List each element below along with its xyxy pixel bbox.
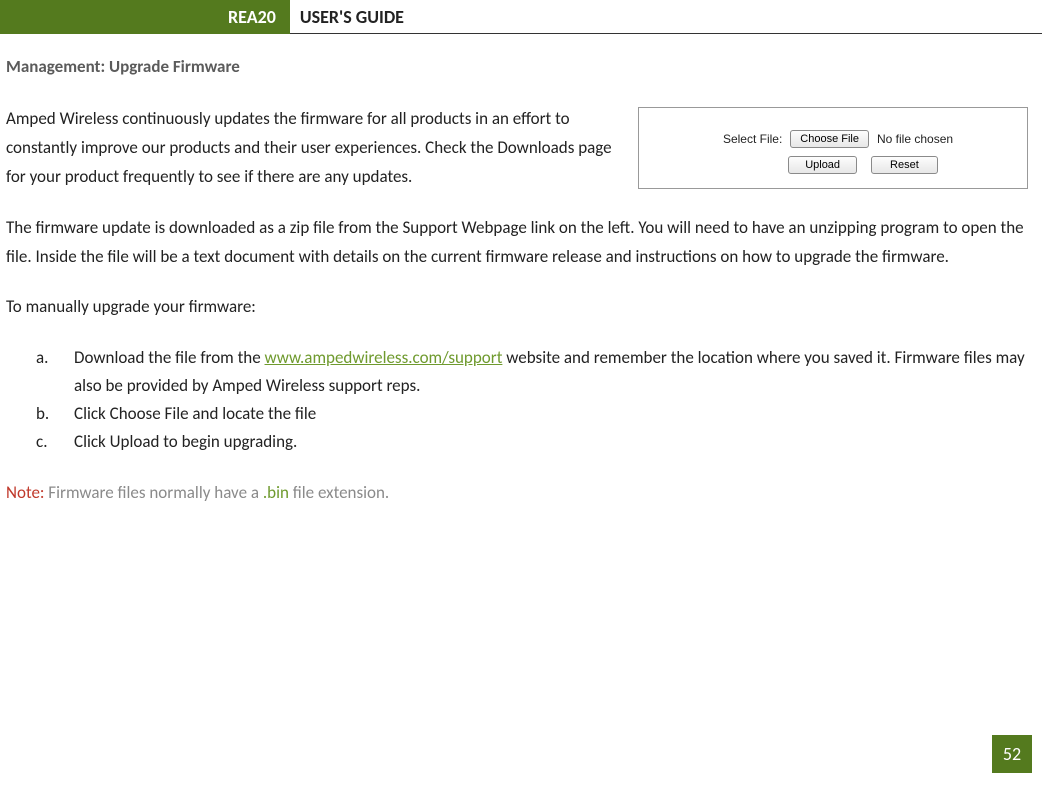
list-item: a. Download the file from the www.ampedw… [6, 344, 1028, 400]
header-left-block [0, 0, 214, 34]
product-badge: REA20 [214, 0, 290, 34]
list-marker: c. [36, 428, 47, 456]
list-item: b. Click Choose File and locate the file [6, 400, 1028, 428]
note-ext: .bin [263, 482, 289, 503]
file-status-text: No file chosen [877, 132, 953, 146]
doc-title: USER'S GUIDE [290, 0, 404, 34]
list-item: c. Click Upload to begin upgrading. [6, 428, 1028, 456]
step-a-pre: Download the file from the [74, 347, 265, 368]
page-content: Management: Upgrade Firmware Amped Wirel… [0, 56, 1042, 507]
page-number: 52 [992, 735, 1032, 773]
file-select-row: Select File: Choose File No file chosen [649, 130, 1017, 148]
note-pre: Firmware files normally have a [44, 482, 262, 503]
step-b-text: Click Choose File and locate the file [74, 403, 316, 424]
choose-file-button[interactable]: Choose File [790, 130, 869, 148]
paragraph-manual-intro: To manually upgrade your firmware: [6, 293, 1028, 322]
list-marker: a. [36, 344, 48, 372]
upload-panel: Select File: Choose File No file chosen … [638, 107, 1028, 189]
reset-button[interactable]: Reset [871, 156, 938, 174]
note-label: Note: [6, 482, 44, 503]
support-link[interactable]: www.ampedwireless.com/support [265, 347, 503, 368]
steps-list: a. Download the file from the www.ampedw… [6, 344, 1028, 456]
note-line: Note: Firmware files normally have a .bi… [6, 479, 1028, 508]
intro-paragraph: Amped Wireless continuously updates the … [6, 105, 618, 192]
intro-row: Amped Wireless continuously updates the … [6, 105, 1028, 192]
upload-button[interactable]: Upload [788, 156, 857, 174]
select-file-label: Select File: [723, 132, 782, 146]
header-wrap: REA20 USER'S GUIDE [0, 0, 1042, 34]
page-header: REA20 USER'S GUIDE [0, 0, 1042, 34]
paragraph-download-info: The firmware update is downloaded as a z… [6, 214, 1028, 272]
list-marker: b. [36, 400, 49, 428]
action-row: Upload Reset [649, 156, 1017, 174]
note-post: file extension. [289, 482, 389, 503]
step-c-text: Click Upload to begin upgrading. [74, 431, 297, 452]
section-title: Management: Upgrade Firmware [6, 56, 1028, 77]
